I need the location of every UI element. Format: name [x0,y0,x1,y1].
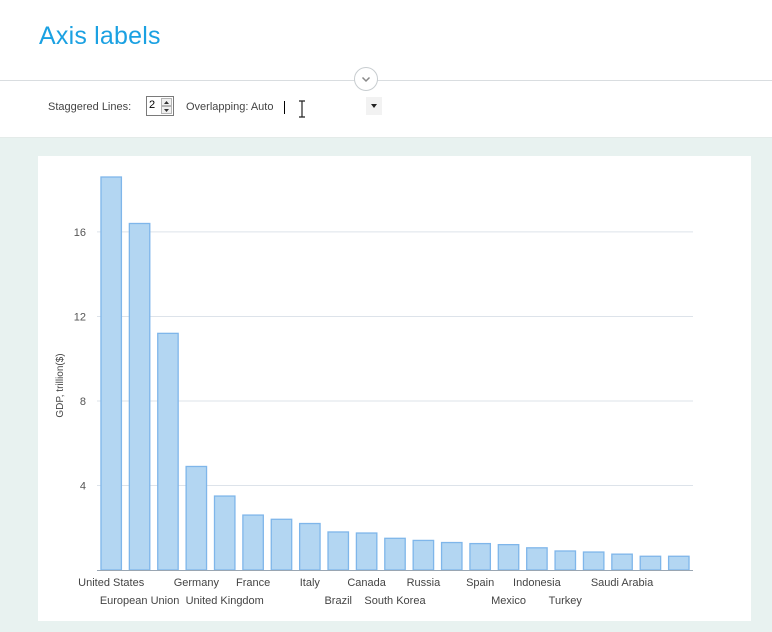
bar [611,553,633,571]
bar [242,514,264,571]
header: Axis labels [0,0,772,80]
select-dropdown-button[interactable] [366,97,382,115]
staggered-lines-label: Staggered Lines: [48,101,132,113]
x-tick-label: Germany [174,577,220,589]
staggered-lines-value[interactable]: 2 [149,99,155,111]
bar [157,332,179,571]
x-tick-label: Spain [466,577,494,589]
text-caret [284,101,285,114]
bar [497,543,520,571]
y-tick-label: 8 [80,396,86,408]
bar [355,532,378,571]
chart-card: 4 8 12 16 GDP, trillion($) United States Europ… [38,156,751,621]
overlapping-select-value: Overlapping: Auto [186,101,274,113]
y-tick-label: 16 [74,227,86,239]
triangle-up-icon [164,100,169,104]
spin-up-button[interactable] [161,98,172,106]
y-tick-label: 4 [80,480,86,492]
x-tick-label: European Union [100,595,180,607]
bar-chart: 4 8 12 16 GDP, trillion($) United States Europ… [55,176,693,607]
chevron-down-icon [361,76,371,82]
x-tick-label: Brazil [324,595,352,607]
collapse-button[interactable] [354,67,378,91]
bar [384,537,406,571]
x-tick-label: United States [78,577,145,589]
x-tick-label: Mexico [491,595,526,607]
bar [327,531,350,571]
bar [128,222,151,571]
bar [526,547,548,571]
bar [469,542,492,571]
x-tick-label: Turkey [549,595,583,607]
bar [639,555,662,571]
bar [298,522,321,571]
x-tick-label: Saudi Arabia [591,577,654,589]
bar [582,551,605,571]
bar [554,550,577,571]
staggered-lines-spinner[interactable]: 2 [146,96,174,116]
y-tick-label: 12 [74,311,86,323]
x-tick-label: France [236,577,270,589]
triangle-down-icon [371,104,377,108]
triangle-down-icon [164,108,169,112]
x-tick-label: Italy [300,577,321,589]
bar [412,539,435,571]
bar [440,541,463,571]
x-tick-label: United Kingdom [186,595,264,607]
bar [213,495,236,571]
x-tick-label: Russia [407,577,442,589]
bar [270,518,293,571]
page-title: Axis labels [39,22,161,50]
x-tick-label: South Korea [364,595,426,607]
x-tick-label: Canada [347,577,386,589]
options-panel: Staggered Lines: 2 Overlapping: Auto [0,81,772,138]
spin-down-button[interactable] [161,106,172,114]
x-tick-label: Indonesia [513,577,562,589]
y-axis-label: GDP, trillion($) [55,353,66,417]
bar [667,555,690,571]
bar [100,176,123,571]
overlapping-select[interactable]: Overlapping: Auto [180,96,382,116]
text-cursor-icon [299,100,305,118]
bar [185,465,208,571]
